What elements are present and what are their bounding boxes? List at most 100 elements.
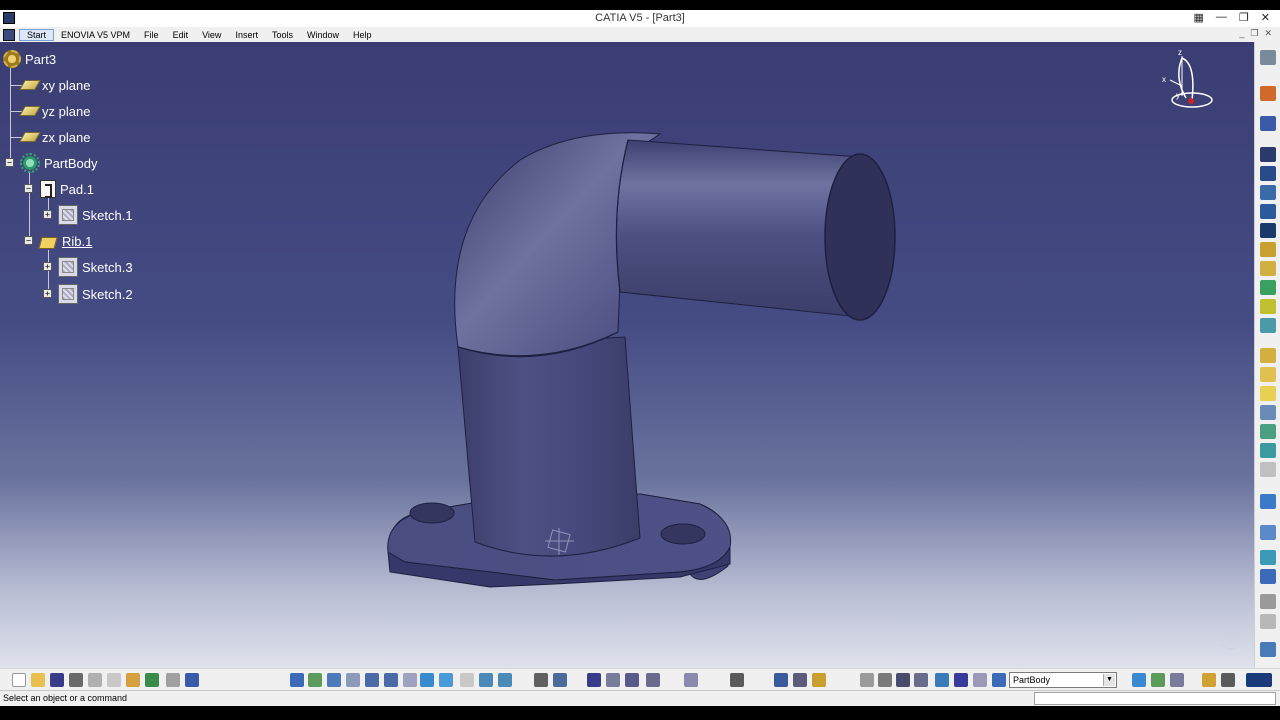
new-icon[interactable] (12, 673, 26, 687)
compass[interactable]: z x y (1156, 48, 1216, 110)
menu-start[interactable]: Start (19, 28, 55, 41)
normal-view-icon[interactable] (403, 673, 417, 687)
catalog-icon[interactable] (606, 673, 620, 687)
comment-icon[interactable] (553, 673, 567, 687)
fly-mode-icon[interactable] (290, 673, 304, 687)
measure-inertia-icon[interactable] (646, 673, 660, 687)
annotation-icon[interactable] (812, 673, 826, 687)
menu-tools[interactable]: Tools (265, 30, 300, 40)
doc-restore-button[interactable]: ❐ (1250, 28, 1258, 39)
collapse-pad-toggle[interactable]: − (24, 184, 33, 193)
current-body-select[interactable]: PartBody ▼ (1009, 672, 1117, 688)
tree-item-pad1[interactable]: Pad.1 (40, 178, 94, 200)
tree-label-part3[interactable]: Part3 (25, 52, 56, 67)
minimize-button[interactable]: — (1216, 11, 1227, 24)
print-icon[interactable] (69, 673, 83, 687)
tree-label-sketch1[interactable]: Sketch.1 (82, 208, 133, 223)
thickness-icon[interactable] (1260, 424, 1276, 439)
copy-icon[interactable] (107, 673, 121, 687)
snap-icon[interactable] (774, 673, 788, 687)
expand-sketch2-toggle[interactable]: + (43, 289, 52, 298)
tree-label-pad1[interactable]: Pad.1 (60, 182, 94, 197)
constraint-icon[interactable] (793, 673, 807, 687)
rotate-compass-icon[interactable] (878, 673, 892, 687)
menu-view[interactable]: View (195, 30, 228, 40)
dimension-icon[interactable] (914, 673, 928, 687)
tree-item-zx-plane[interactable]: zx plane (19, 126, 90, 148)
sketcher-settings-icon[interactable] (1260, 50, 1276, 65)
expand-sketch1-toggle[interactable]: + (43, 210, 52, 219)
pad-tool-icon[interactable] (1260, 147, 1276, 162)
whats-this-icon[interactable] (185, 673, 199, 687)
draft-icon[interactable] (1260, 386, 1276, 401)
tree-label-zx-plane[interactable]: zx plane (42, 130, 90, 145)
axis-system-icon[interactable] (1260, 594, 1276, 609)
scaling-icon[interactable] (1260, 569, 1276, 584)
insert-body-icon[interactable] (1132, 673, 1146, 687)
sketch-icon[interactable] (1260, 116, 1276, 131)
slot-tool-icon[interactable] (1260, 261, 1276, 276)
collapse-partbody-toggle[interactable]: − (5, 158, 14, 167)
swap-space-icon[interactable] (498, 673, 512, 687)
render-icon[interactable] (730, 673, 744, 687)
menu-window[interactable]: Window (300, 30, 346, 40)
edge-fillet-icon[interactable] (1260, 348, 1276, 363)
fit-icon[interactable] (1221, 673, 1235, 687)
save-icon[interactable] (50, 673, 64, 687)
tree-label-partbody[interactable]: PartBody (44, 156, 97, 171)
shaft-tool-icon[interactable] (1260, 185, 1276, 200)
vertical-pipe[interactable] (457, 336, 641, 557)
restore-button[interactable]: ❐ (1239, 11, 1249, 24)
paste-icon[interactable] (126, 673, 140, 687)
define-work-object-icon[interactable] (992, 673, 1006, 687)
remove-face-icon[interactable] (1260, 462, 1276, 477)
shading-icon[interactable] (460, 673, 474, 687)
command-input[interactable] (1034, 692, 1276, 705)
menu-enovia[interactable]: ENOVIA V5 VPM (54, 30, 137, 40)
scan-icon[interactable] (684, 673, 698, 687)
properties-icon[interactable] (973, 673, 987, 687)
collapse-rib-toggle[interactable]: − (24, 236, 33, 245)
menu-insert[interactable]: Insert (228, 30, 265, 40)
apply-material-icon[interactable] (1260, 642, 1276, 657)
loft-tool-icon[interactable] (1260, 318, 1276, 333)
knowledge-icon[interactable] (1202, 673, 1216, 687)
multi-view-icon[interactable] (420, 673, 434, 687)
tree-label-rib1[interactable]: Rib.1 (62, 234, 92, 249)
shell-icon[interactable] (1260, 405, 1276, 420)
pocket-tool-icon[interactable] (1260, 166, 1276, 181)
thread-icon[interactable] (1260, 443, 1276, 458)
rotate-icon[interactable] (346, 673, 360, 687)
reset-icon[interactable] (860, 673, 874, 687)
groove-tool-icon[interactable] (1260, 204, 1276, 219)
menu-edit[interactable]: Edit (166, 30, 196, 40)
tree-item-rib1[interactable]: Rib.1 (38, 230, 92, 252)
close-button[interactable]: ✕ (1261, 11, 1270, 24)
fit-all-icon[interactable] (308, 673, 322, 687)
layer-icon[interactable] (935, 673, 949, 687)
tree-item-part3[interactable]: Part3 (3, 48, 56, 70)
chevron-down-icon[interactable]: ▼ (1103, 674, 1115, 686)
multi-pad-icon[interactable] (1260, 299, 1276, 314)
doc-minimize-button[interactable]: _ (1239, 28, 1244, 39)
expand-sketch3-toggle[interactable]: + (43, 262, 52, 271)
pattern-icon[interactable] (1260, 550, 1276, 565)
layout-icon[interactable]: ▦ (1194, 11, 1204, 24)
pan-icon[interactable] (327, 673, 341, 687)
cut-icon[interactable] (88, 673, 102, 687)
tree-item-sketch3[interactable]: Sketch.3 (58, 256, 133, 278)
horizontal-pipe[interactable] (615, 139, 861, 318)
redo-icon[interactable] (166, 673, 180, 687)
3d-viewport[interactable]: Part3 xy plane yz plane zx plane − PartB… (0, 42, 1254, 668)
rib-tool-icon[interactable] (1260, 242, 1276, 257)
menu-file[interactable]: File (137, 30, 166, 40)
iso-view-icon[interactable] (439, 673, 453, 687)
document-icon[interactable] (3, 28, 15, 41)
mirror-icon[interactable] (1260, 525, 1276, 540)
tree-label-sketch2[interactable]: Sketch.2 (82, 287, 133, 302)
tree-item-sketch2[interactable]: Sketch.2 (58, 283, 133, 305)
solid-combine-icon[interactable] (1260, 280, 1276, 295)
undo-icon[interactable] (145, 673, 159, 687)
update-icon[interactable] (1151, 673, 1165, 687)
doc-close-button[interactable]: ✕ (1264, 28, 1272, 39)
